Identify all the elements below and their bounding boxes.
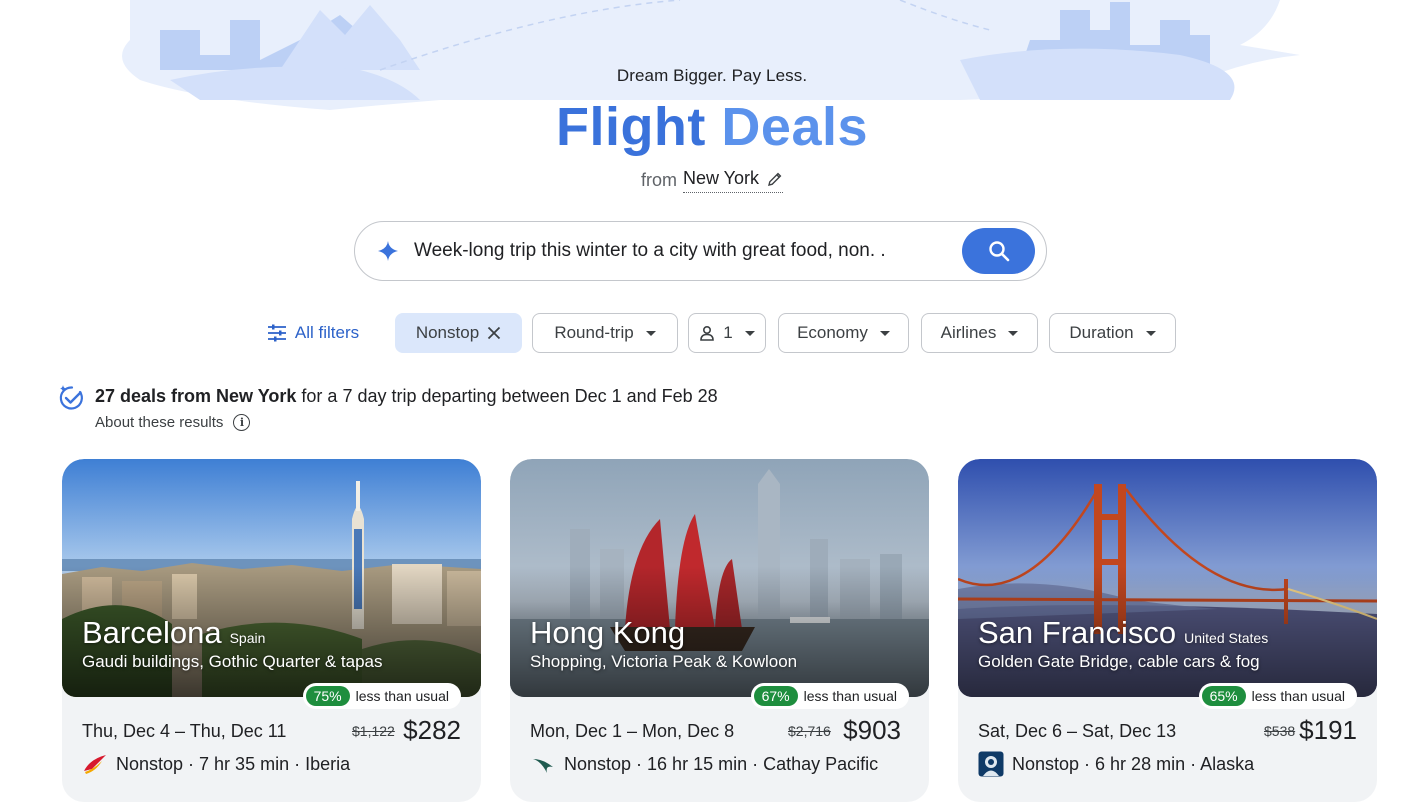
search-bar[interactable]: Week-long trip this winter to a city wit… — [354, 221, 1047, 281]
search-input[interactable]: Week-long trip this winter to a city wit… — [414, 240, 1046, 262]
about-results-label: About these results — [95, 414, 224, 431]
person-icon — [700, 325, 715, 341]
deal-price: $191 — [1299, 715, 1357, 745]
trip-type-label: Round-trip — [554, 323, 634, 342]
deal-card-san-francisco[interactable]: San Francisco United States Golden Gate … — [958, 459, 1377, 802]
trip-dates: Sat, Dec 6 – Sat, Dec 13 — [978, 721, 1177, 741]
origin-row: from New York — [0, 168, 1424, 193]
flight-info: Nonstop · 7 hr 35 min · Iberia — [82, 751, 350, 777]
all-filters-button[interactable]: All filters — [258, 313, 368, 353]
deals-count: 27 deals from New York — [95, 386, 297, 406]
deal-card-hong-kong[interactable]: Hong Kong Shopping, Victoria Peak & Kowl… — [510, 459, 929, 802]
all-filters-label: All filters — [294, 323, 360, 342]
flight-details: Nonstop · 6 hr 28 min · Alaska — [1012, 753, 1255, 774]
tagline: Dream Bigger. Pay Less. — [616, 66, 808, 85]
airlines-dropdown[interactable]: Airlines — [921, 313, 1038, 353]
tune-icon — [267, 324, 286, 342]
chevron-down-icon — [645, 330, 656, 336]
title-word-2: Deals — [721, 97, 869, 157]
trip-type-dropdown[interactable]: Round-trip — [532, 313, 678, 353]
deal-price: $282 — [403, 715, 461, 745]
passengers-count: 1 — [723, 323, 733, 342]
destination-title: Hong Kong — [530, 615, 685, 651]
flight-details: Nonstop · 7 hr 35 min · Iberia — [116, 753, 351, 774]
destination-country: United States — [1184, 630, 1269, 646]
deal-card-barcelona[interactable]: Barcelona Spain Gaudi buildings, Gothic … — [62, 459, 481, 802]
nonstop-chip[interactable]: Nonstop — [395, 313, 522, 353]
origin-city-label: New York — [682, 168, 760, 188]
sparkle-check-icon — [59, 385, 83, 410]
airlines-label: Airlines — [940, 323, 997, 342]
flight-info: Nonstop · 6 hr 28 min · Alaska — [978, 751, 1254, 777]
close-icon[interactable] — [487, 326, 501, 340]
page-title: Flight Deals — [0, 96, 1424, 158]
destination-city: Barcelona — [82, 615, 222, 650]
usual-price: $538 — [1264, 723, 1296, 739]
pencil-icon — [768, 172, 782, 186]
passengers-dropdown[interactable]: 1 — [688, 313, 766, 353]
deal-badge: 67% less than usual — [750, 683, 909, 709]
cabin-class-label: Economy — [797, 323, 868, 342]
iberia-logo-icon — [82, 751, 108, 777]
search-icon — [988, 241, 1009, 262]
origin-city-selector[interactable]: New York — [682, 168, 784, 193]
destination-title: Barcelona Spain — [82, 615, 265, 651]
chevron-down-icon — [879, 330, 890, 336]
deal-percent: 67% — [753, 686, 798, 706]
deal-price: $903 — [843, 715, 901, 745]
deal-percent: 75% — [305, 686, 350, 706]
duration-label: Duration — [1069, 323, 1134, 342]
about-results-link[interactable]: About these results i — [95, 414, 251, 431]
deal-text: less than usual — [803, 688, 897, 704]
flight-info: Nonstop · 16 hr 15 min · Cathay Pacific — [530, 751, 878, 777]
chevron-down-icon — [1145, 330, 1156, 336]
destination-city: San Francisco — [978, 615, 1177, 650]
search-button[interactable] — [962, 228, 1035, 274]
usual-price: $1,122 — [352, 723, 395, 739]
trip-dates: Mon, Dec 1 – Mon, Dec 8 — [530, 721, 735, 741]
destination-country: Spain — [229, 630, 266, 646]
from-label: from — [640, 170, 677, 190]
trip-dates: Thu, Dec 4 – Thu, Dec 11 — [82, 721, 287, 741]
title-word-1: Flight — [555, 97, 706, 157]
sparkle-icon — [378, 241, 398, 261]
deal-badge: 75% less than usual — [302, 683, 461, 709]
flight-details: Nonstop · 16 hr 15 min · Cathay Pacific — [564, 753, 879, 774]
deal-text: less than usual — [355, 688, 449, 704]
duration-dropdown[interactable]: Duration — [1049, 313, 1176, 353]
nonstop-label: Nonstop — [415, 323, 480, 342]
destination-description: Golden Gate Bridge, cable cars & fog — [978, 652, 1260, 671]
destination-city: Hong Kong — [530, 615, 686, 650]
deal-text: less than usual — [1251, 688, 1345, 704]
summary-details: for a 7 day trip departing between Dec 1… — [296, 386, 718, 406]
chevron-down-icon — [744, 330, 755, 336]
deal-percent: 65% — [1201, 686, 1246, 706]
summary-text: 27 deals from New York for a 7 day trip … — [95, 384, 718, 408]
deal-badge: 65% less than usual — [1198, 683, 1357, 709]
chevron-down-icon — [1008, 330, 1019, 336]
usual-price: $2,716 — [788, 723, 831, 739]
info-icon: i — [233, 414, 251, 431]
cathay-pacific-logo-icon — [530, 751, 556, 777]
results-summary: 27 deals from New York for a 7 day trip … — [58, 384, 718, 412]
cabin-class-dropdown[interactable]: Economy — [778, 313, 909, 353]
filter-bar: All filters Nonstop Round-trip 1 Economy… — [0, 313, 1424, 353]
destination-description: Gaudi buildings, Gothic Quarter & tapas — [82, 652, 383, 671]
destination-description: Shopping, Victoria Peak & Kowloon — [530, 652, 798, 671]
destination-title: San Francisco United States — [978, 615, 1268, 651]
alaska-logo-icon — [978, 751, 1004, 777]
